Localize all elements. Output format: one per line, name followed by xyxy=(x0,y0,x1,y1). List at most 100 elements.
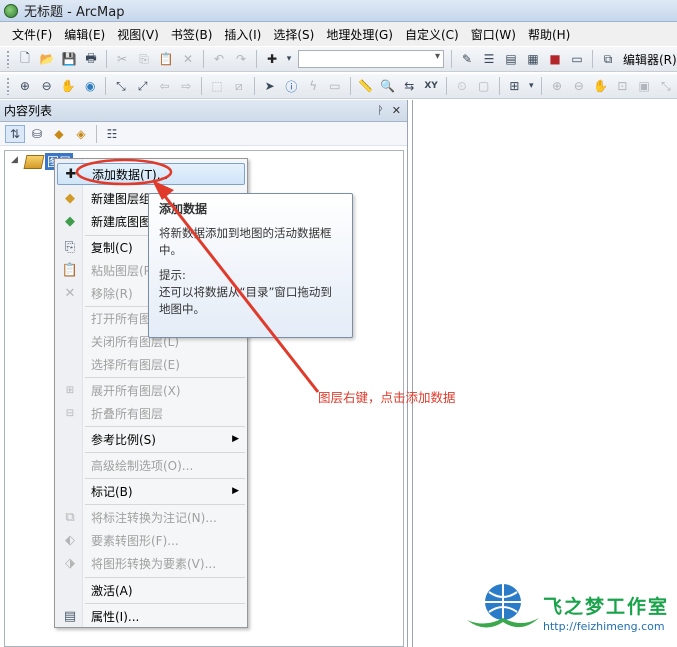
menu-item-advanced-drawing-options[interactable]: 高级绘制选项(O)... xyxy=(57,454,245,476)
arctoolbox-icon[interactable]: ■ xyxy=(545,49,565,69)
dropdown-arrow-icon[interactable]: ▾ xyxy=(526,76,536,96)
zoom-out-icon[interactable]: ⊖ xyxy=(37,76,57,96)
toolbar-separator xyxy=(106,50,107,68)
select-features-icon[interactable]: ⬚ xyxy=(207,76,227,96)
select-elements-icon[interactable]: ➤ xyxy=(260,76,280,96)
editor-menu[interactable]: 编辑器(R) xyxy=(623,51,677,68)
measure-icon[interactable]: 📏 xyxy=(356,76,376,96)
menu-file[interactable]: 文件(F) xyxy=(6,26,58,43)
menu-item-select-all-layers[interactable]: 选择所有图层(E) xyxy=(57,353,245,375)
find-icon[interactable]: 🔍 xyxy=(378,76,398,96)
copy-icon[interactable]: ⎘ xyxy=(134,49,154,69)
menu-item-collapse-all-layers[interactable]: ⊟ 折叠所有图层 xyxy=(57,402,245,424)
catalog-icon[interactable]: ▤ xyxy=(501,49,521,69)
editor-toolbar-icon[interactable]: ✎ xyxy=(457,49,477,69)
cut-icon[interactable]: ✂ xyxy=(112,49,132,69)
pin-icon[interactable]: ᚹ xyxy=(377,104,384,117)
options-icon[interactable]: ☷ xyxy=(102,125,122,143)
menu-selection[interactable]: 选择(S) xyxy=(267,26,320,43)
properties-icon: ▤ xyxy=(63,608,77,624)
menu-geoprocessing[interactable]: 地理处理(G) xyxy=(320,26,399,43)
scale-combobox[interactable] xyxy=(298,50,444,68)
fixed-zoom-out-icon[interactable]: ⤢ xyxy=(133,76,153,96)
back-extent-icon[interactable]: ⇦ xyxy=(155,76,175,96)
graphics-to-features-icon: ⬗ xyxy=(65,555,75,571)
layers-icon xyxy=(23,154,45,169)
menu-item-labeling[interactable]: 标记(B) ▶ xyxy=(57,480,245,502)
menu-item-properties[interactable]: ▤ 属性(I)... xyxy=(57,605,245,627)
toolbar-separator xyxy=(541,77,543,95)
toolbar-grip[interactable] xyxy=(6,77,10,95)
list-by-drawing-order-icon[interactable]: ⇅ xyxy=(5,124,25,143)
layout-fixed-zoom-icon[interactable]: ⤡ xyxy=(656,76,676,96)
menu-item-expand-all-layers[interactable]: ⊞ 展开所有图层(X) xyxy=(57,379,245,401)
print-icon[interactable]: 🖶 xyxy=(81,49,101,69)
model-builder-icon[interactable]: ⧉ xyxy=(598,49,618,69)
open-icon[interactable]: 📂 xyxy=(37,49,57,69)
list-by-visibility-icon[interactable]: ◆ xyxy=(49,125,69,143)
forward-extent-icon[interactable]: ⇨ xyxy=(176,76,196,96)
clear-selection-icon[interactable]: ⧄ xyxy=(229,76,249,96)
menu-item-features-to-graphics[interactable]: ⬖ 要素转图形(F)... xyxy=(57,529,245,551)
go-to-xy-icon[interactable]: XY xyxy=(421,76,441,96)
new-document-icon[interactable]: 🗋 xyxy=(15,49,35,69)
watermark-url: http://feizhimeng.com xyxy=(543,620,665,633)
delete-icon[interactable]: ✕ xyxy=(178,49,198,69)
menu-insert[interactable]: 插入(I) xyxy=(218,26,267,43)
menu-customize[interactable]: 自定义(C) xyxy=(399,26,465,43)
window-title: 无标题 - ArcMap xyxy=(24,5,125,20)
pan-icon[interactable]: ✋ xyxy=(59,76,79,96)
search-window-icon[interactable]: ▦ xyxy=(523,49,543,69)
python-window-icon[interactable]: ▭ xyxy=(567,49,587,69)
menu-bookmarks[interactable]: 书签(B) xyxy=(165,26,219,43)
redo-icon[interactable]: ↷ xyxy=(231,49,251,69)
toolbar-separator xyxy=(201,77,203,95)
save-icon[interactable]: 💾 xyxy=(59,49,79,69)
layout-zoom-whole-icon[interactable]: ⊡ xyxy=(612,76,632,96)
add-data-icon: ✚ xyxy=(65,166,77,182)
layout-zoom-100-icon[interactable]: ▣ xyxy=(634,76,654,96)
menu-view[interactable]: 视图(V) xyxy=(111,26,165,43)
menu-help[interactable]: 帮助(H) xyxy=(522,26,576,43)
full-extent-icon[interactable]: ◉ xyxy=(80,76,100,96)
layout-zoom-in-icon[interactable]: ⊕ xyxy=(547,76,567,96)
menu-item-activate[interactable]: 激活(A) xyxy=(57,579,245,601)
menu-item-label: 复制(C) xyxy=(91,240,133,255)
paste-icon[interactable]: 📋 xyxy=(156,49,176,69)
table-of-contents-icon[interactable]: ☰ xyxy=(479,49,499,69)
close-icon[interactable]: ✕ xyxy=(392,104,401,117)
collapse-toggle-icon[interactable]: ◢ xyxy=(11,155,18,165)
zoom-in-icon[interactable]: ⊕ xyxy=(15,76,35,96)
menu-separator xyxy=(85,577,245,578)
dropdown-arrow-icon[interactable]: ▾ xyxy=(284,49,294,69)
toolbar-separator xyxy=(445,77,447,95)
find-route-icon[interactable]: ⇆ xyxy=(399,76,419,96)
menu-item-reference-scale[interactable]: 参考比例(S) ▶ xyxy=(57,428,245,450)
time-slider-icon[interactable]: ⏲ xyxy=(452,76,472,96)
menu-edit[interactable]: 编辑(E) xyxy=(58,26,111,43)
list-by-source-icon[interactable]: ⛁ xyxy=(27,125,47,143)
add-data-icon[interactable]: ✚ xyxy=(262,49,282,69)
menu-separator xyxy=(85,426,245,427)
menu-windows[interactable]: 窗口(W) xyxy=(465,26,522,43)
layout-zoom-out-icon[interactable]: ⊖ xyxy=(569,76,589,96)
tooltip-title: 添加数据 xyxy=(159,202,208,216)
menu-item-graphics-to-features[interactable]: ⬗ 将图形转换为要素(V)... xyxy=(57,552,245,574)
menu-item-convert-labels-to-annotation[interactable]: ⧉ 将标注转换为注记(N)... xyxy=(57,506,245,528)
html-popup-icon[interactable]: ▭ xyxy=(325,76,345,96)
undo-icon[interactable]: ↶ xyxy=(209,49,229,69)
layout-pan-icon[interactable]: ✋ xyxy=(591,76,611,96)
map-display[interactable] xyxy=(412,100,677,647)
viewer-window-icon[interactable]: ▢ xyxy=(474,76,494,96)
menu-item-label: 新建图层组 xyxy=(91,191,152,206)
identify-icon[interactable]: ⓘ xyxy=(282,76,302,96)
annotation-text: 图层右键，点击添加数据 xyxy=(318,390,456,405)
toolbar-separator xyxy=(498,77,500,95)
hyperlink-icon[interactable]: ϟ xyxy=(303,76,323,96)
menu-item-add-data[interactable]: ✚ 添加数据(T)... xyxy=(57,163,245,185)
toolbar-grip[interactable] xyxy=(6,50,10,68)
fixed-zoom-in-icon[interactable]: ⤡ xyxy=(111,76,131,96)
magnifier-icon[interactable]: ⊞ xyxy=(504,76,524,96)
toolbar-separator xyxy=(105,77,107,95)
list-by-selection-icon[interactable]: ◈ xyxy=(71,125,91,143)
